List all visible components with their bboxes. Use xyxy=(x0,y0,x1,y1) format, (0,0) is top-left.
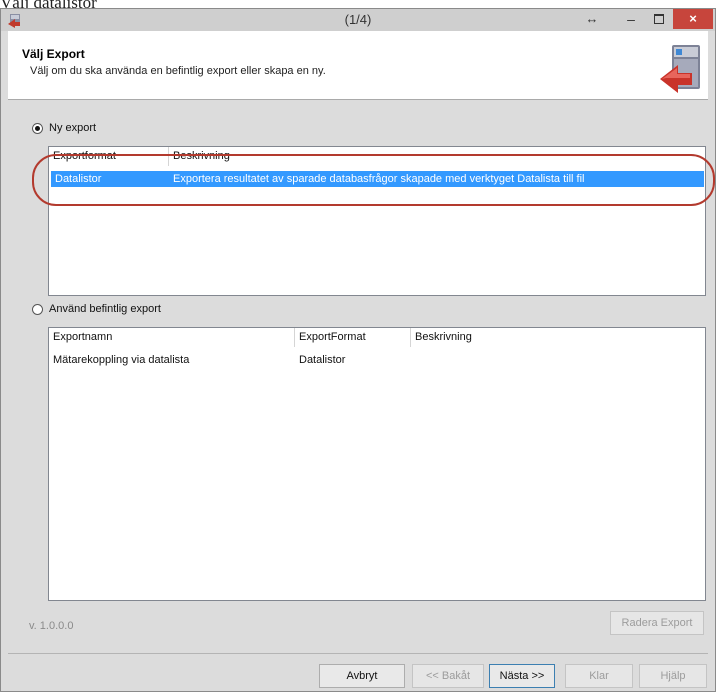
new-export-radio[interactable] xyxy=(32,123,43,134)
new-export-label[interactable]: Ny export xyxy=(49,122,96,134)
row-format-cell[interactable]: Datalistor xyxy=(295,352,411,368)
column-header-exportnamn[interactable]: Exportnamn xyxy=(49,328,295,347)
existing-export-label[interactable]: Använd befintlig export xyxy=(49,303,161,315)
export-wizard-window: (1/4) ↔ – × Välj Export Välj om du ska a… xyxy=(0,8,716,692)
resize-icon[interactable]: ↔ xyxy=(581,9,603,29)
existing-export-radio[interactable] xyxy=(32,304,43,315)
column-header-beskrivning[interactable]: Beskrivning xyxy=(411,328,705,347)
header-subtitle: Välj om du ska använda en befintlig expo… xyxy=(30,65,326,77)
window-title: (1/4) xyxy=(344,12,372,27)
title-bar[interactable]: (1/4) ↔ – × xyxy=(1,9,715,31)
wizard-header: Välj Export Välj om du ska använda en be… xyxy=(8,31,708,100)
maximize-icon xyxy=(654,14,664,25)
column-header-exportformat[interactable]: ExportFormat xyxy=(295,328,411,347)
row-name-cell[interactable]: Mätarekoppling via datalista xyxy=(49,352,295,368)
maximize-button[interactable] xyxy=(647,9,671,29)
export-server-icon xyxy=(660,45,700,93)
back-button[interactable]: << Bakåt xyxy=(412,664,484,688)
delete-export-button[interactable]: Radera Export xyxy=(610,611,704,635)
page-caption: Välj datalistor xyxy=(0,0,200,8)
header-title: Välj Export xyxy=(22,47,85,61)
help-button[interactable]: Hjälp xyxy=(639,664,707,688)
minimize-button[interactable]: – xyxy=(619,9,643,29)
version-label: v. 1.0.0.0 xyxy=(29,620,74,632)
footer-divider xyxy=(8,653,708,654)
highlight-annotation xyxy=(32,154,715,206)
finish-button[interactable]: Klar xyxy=(565,664,633,688)
close-button[interactable]: × xyxy=(673,9,713,29)
existing-export-list[interactable]: Exportnamn ExportFormat Beskrivning Mäta… xyxy=(48,327,706,601)
cancel-button[interactable]: Avbryt xyxy=(319,664,405,688)
next-button[interactable]: Nästa >> xyxy=(489,664,555,688)
